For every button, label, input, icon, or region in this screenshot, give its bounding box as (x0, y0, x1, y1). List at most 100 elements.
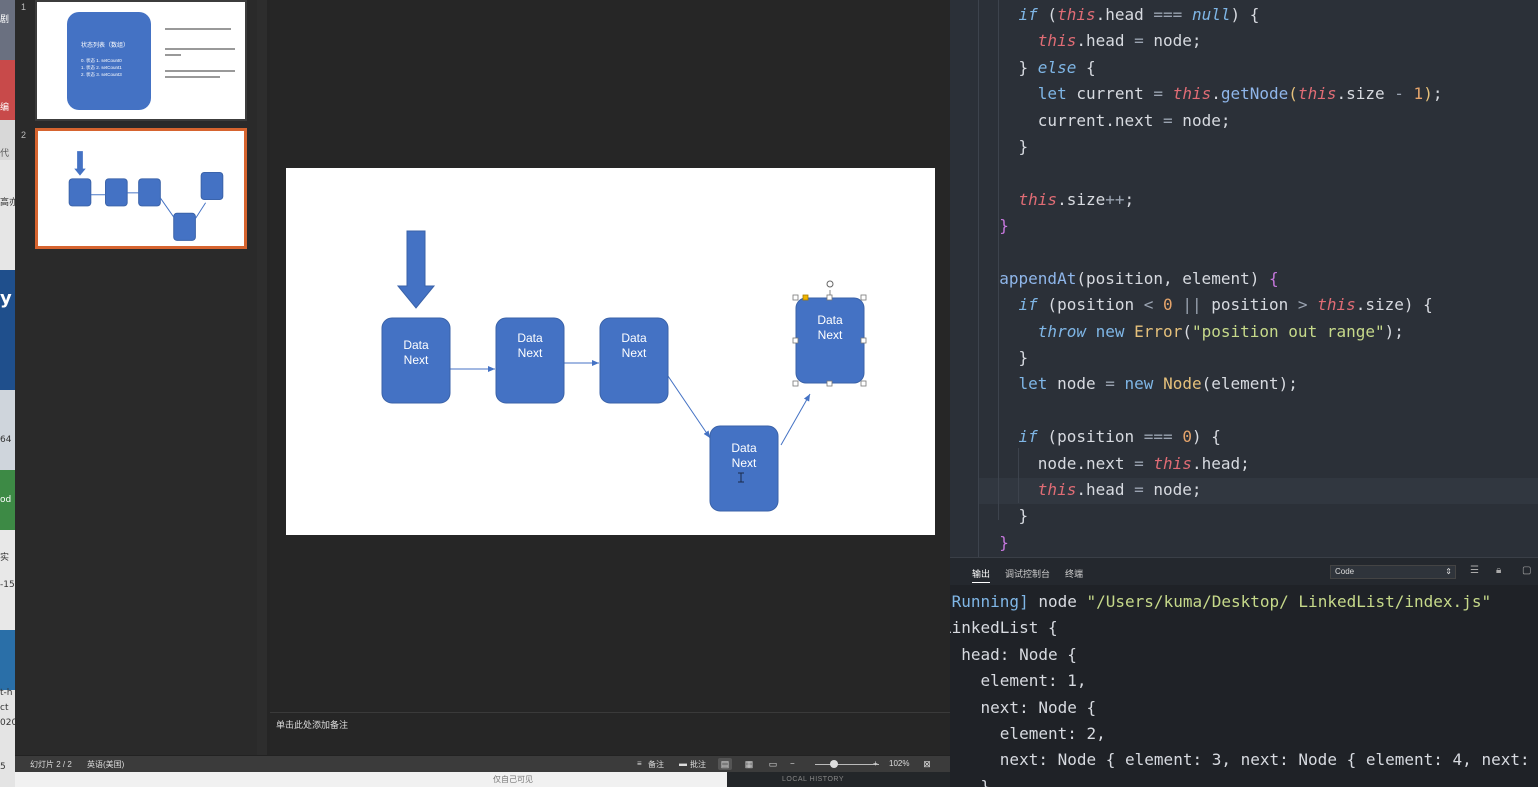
code-token: ) (1423, 84, 1433, 104)
slide-thumbnail-2[interactable] (35, 128, 247, 249)
code-token: node (1047, 374, 1106, 394)
tab-output[interactable]: 输出 (972, 567, 991, 583)
desk-fragment: 5 (0, 762, 6, 772)
node-2-next-label: Next (518, 346, 543, 360)
code-token: if (980, 295, 1038, 315)
notes-icon: ≡ (637, 759, 642, 768)
output-channel-select[interactable]: Code ⇕ (1330, 565, 1456, 579)
code-token: if (980, 427, 1038, 447)
code-token: getNode (1220, 84, 1289, 104)
code-token: this (1297, 84, 1337, 104)
desk-fragment: 高亦 (0, 198, 15, 208)
slide-canvas: Data Next Data Next Data Next Data Next … (381, 230, 867, 512)
code-token: > (1297, 295, 1308, 315)
zoom-level[interactable]: 102% (889, 759, 909, 768)
close-panel-icon[interactable]: ▢ (1522, 565, 1531, 576)
output-line: element: 1, (950, 668, 1538, 694)
output-token: element: 2, (950, 724, 1106, 744)
zoom-slider-handle[interactable] (830, 760, 838, 768)
clear-output-icon[interactable]: ☰ (1470, 565, 1479, 576)
output-line: element: 2, (950, 721, 1538, 747)
comments-toggle-button[interactable]: 批注 (690, 759, 706, 770)
reading-view-button[interactable]: ▭ (766, 758, 780, 770)
code-token: .size (1336, 84, 1395, 104)
code-token: this (1018, 189, 1058, 209)
code-line: } (950, 134, 1442, 160)
code-token: ( (1182, 321, 1192, 341)
desk-fragment: ct (0, 703, 9, 713)
desk-fragment: 020 (0, 718, 15, 728)
code-token: this (1317, 295, 1356, 315)
lock-scroll-icon[interactable]: 🔒︎ (1496, 565, 1501, 576)
rotate-handle-icon[interactable] (826, 280, 834, 288)
code-token: (element); (1201, 374, 1298, 394)
connector-3-4[interactable] (667, 375, 711, 439)
code-token: this (1172, 84, 1212, 104)
tab-debug-console[interactable]: 调试控制台 (1005, 567, 1050, 580)
output-content: [Running] node "/Users/kuma/Desktop/ Lin… (950, 589, 1538, 787)
normal-view-button[interactable]: ▤ (718, 758, 732, 770)
node-1-next-label: Next (404, 353, 429, 367)
desk-fragment: 剧 (0, 15, 10, 25)
select-arrow-icon: ⇕ (1445, 567, 1452, 576)
slide-thumbnail-1[interactable]: 状态列表（数组） 0. 状态 1. setCount0 1. 状态 2. set… (35, 0, 247, 121)
desk-fragment: y (0, 288, 12, 309)
desk-fragment: 编 (0, 103, 10, 113)
code-editor[interactable]: if (this.head === null) { this.head = no… (950, 0, 1538, 557)
node-2-data-label: Data (517, 331, 543, 345)
output-token: head: Node { (950, 644, 1077, 664)
code-line: this.head = node; (950, 28, 1442, 54)
code-token: < (1143, 295, 1154, 315)
fit-to-window-icon[interactable]: ⊠ (920, 758, 934, 770)
local-history-label[interactable]: LOCAL HISTORY (782, 776, 844, 783)
code-token: (position (1037, 295, 1144, 315)
code-line: } else { (950, 55, 1442, 81)
zoom-slider[interactable] (815, 764, 879, 765)
thumb-line: 2. 状态 3. setCount3 (81, 72, 122, 77)
comments-icon: ▬ (679, 759, 687, 768)
code-token: let (980, 374, 1048, 394)
language-indicator[interactable]: 英语(美国) (87, 759, 124, 770)
connector-4-5[interactable] (780, 393, 811, 446)
code-token: "position out range" (1191, 321, 1385, 341)
code-line: let current = this.getNode(this.size - 1… (950, 81, 1443, 107)
code-token: 0 (1182, 427, 1192, 447)
code-token: null (1191, 5, 1231, 24)
current-slide[interactable]: Data Next Data Next Data Next Data Next … (286, 168, 935, 535)
notes-pane[interactable]: 单击此处添加备注 (270, 712, 950, 755)
code-token: Node (1163, 374, 1202, 394)
status-bar: 幻灯片 2 / 2 英语(美国) ≡ 备注 ▬ 批注 ▤ ▦ ▭ − + 102… (15, 755, 950, 772)
code-token: ); (1384, 321, 1404, 341)
slide-counter: 幻灯片 2 / 2 (30, 760, 72, 769)
notes-toggle-button[interactable]: 备注 (648, 759, 664, 770)
code-token: .head (1076, 480, 1135, 500)
down-arrow-shape[interactable] (396, 230, 436, 309)
output-line: head: Node { (950, 642, 1538, 668)
zoom-in-button[interactable]: + (873, 759, 878, 768)
code-token: .head (1076, 31, 1135, 51)
code-token: === (1153, 5, 1183, 24)
zoom-out-button[interactable]: − (790, 759, 795, 768)
thumbnail-scrollbar[interactable] (257, 0, 267, 755)
code-token: = (1163, 110, 1173, 130)
code-token: - (1394, 84, 1404, 104)
code-token: this (1057, 5, 1096, 24)
code-token: = (1134, 480, 1144, 500)
code-token: this (1037, 31, 1077, 51)
output-panel[interactable]: [Running] node "/Users/kuma/Desktop/ Lin… (950, 585, 1538, 787)
code-token: node; (1143, 31, 1202, 51)
code-token: appendAt (980, 268, 1077, 288)
code-token: } (980, 57, 1038, 77)
tab-terminal[interactable]: 终端 (1065, 567, 1083, 580)
slide-sorter-view-button[interactable]: ▦ (742, 758, 756, 770)
code-token: ; (1432, 84, 1443, 104)
